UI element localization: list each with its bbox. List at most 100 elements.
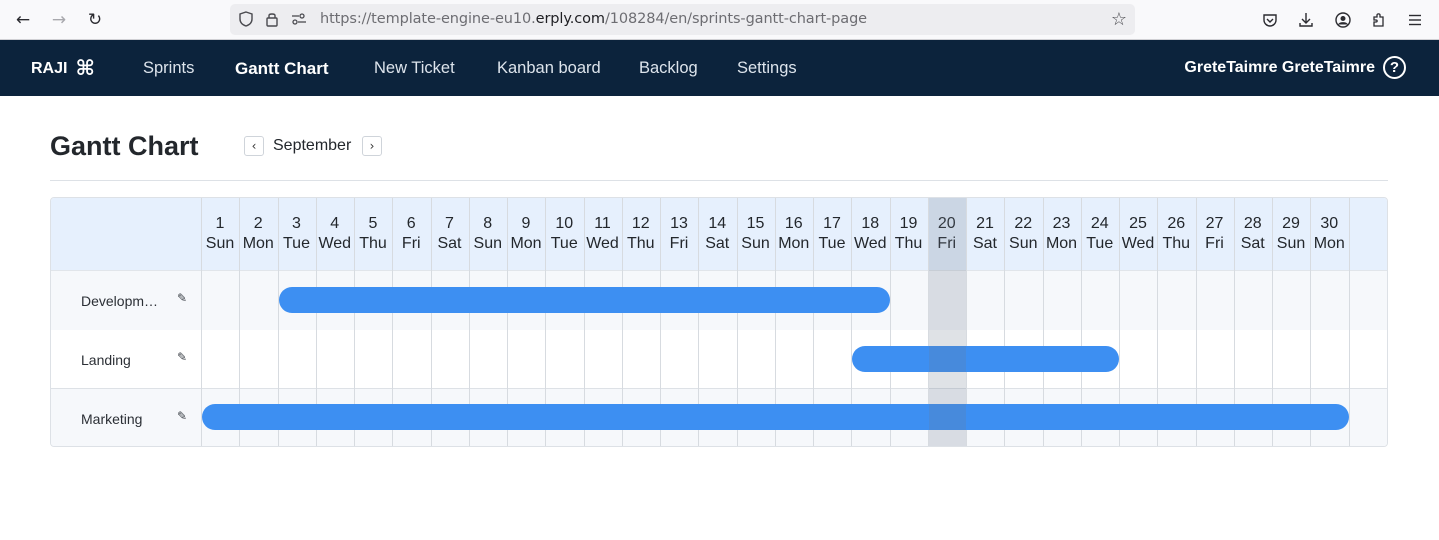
row-label: Marketing (81, 411, 143, 427)
task-bar-marketing[interactable] (202, 404, 1349, 430)
day-header: 11 Wed (584, 214, 622, 254)
nav-sprints[interactable]: Sprints (143, 59, 194, 78)
task-bar-landing[interactable] (852, 346, 1119, 372)
app-logo[interactable]: RAJI ⌘ (31, 58, 95, 79)
today-column-highlight (928, 198, 966, 446)
edit-pencil-icon[interactable]: ✎ (177, 350, 187, 364)
url-text[interactable]: https://template-engine-eu10.erply.com/1… (320, 11, 867, 27)
hamburger-menu-icon (1409, 14, 1421, 26)
edit-pencil-icon[interactable]: ✎ (177, 291, 187, 305)
day-of-week: Wed (586, 235, 619, 252)
day-number: 4 (330, 215, 340, 232)
day-of-week: Sat (972, 235, 997, 252)
day-number: 7 (445, 215, 454, 232)
day-number: 29 (1282, 215, 1300, 232)
address-bar[interactable]: https://template-engine-eu10.erply.com/1… (230, 4, 1135, 35)
app-menu-button[interactable] (1403, 8, 1427, 32)
nav-gantt-chart[interactable]: Gantt Chart (235, 59, 329, 79)
day-number: 14 (708, 215, 727, 232)
day-number: 24 (1090, 215, 1109, 232)
bookmark-star-icon[interactable]: ☆ (1111, 9, 1127, 30)
prev-month-button[interactable]: ‹ (244, 136, 264, 156)
day-number: 5 (368, 215, 378, 232)
day-header: 2 Mon (239, 214, 277, 254)
day-of-week: Fri (1205, 235, 1224, 252)
day-number: 13 (670, 215, 688, 232)
back-button[interactable]: ← (11, 8, 35, 32)
day-number: 17 (823, 215, 841, 232)
day-header: 9 Mon (507, 214, 545, 254)
day-number: 16 (784, 215, 803, 232)
day-number: 3 (292, 215, 301, 232)
day-header: 4 Wed (316, 214, 354, 254)
day-header: 10 Tue (545, 214, 583, 254)
day-header: 25 Wed (1119, 214, 1157, 254)
day-of-week: Fri (401, 235, 421, 252)
tracking-protection-icon[interactable] (237, 10, 255, 28)
nav-settings[interactable]: Settings (737, 59, 797, 78)
chevron-right-icon: › (369, 139, 375, 153)
nav-backlog[interactable]: Backlog (639, 59, 698, 78)
day-number: 11 (594, 215, 611, 232)
day-of-week: Sat (437, 235, 462, 252)
day-number: 12 (631, 215, 650, 232)
extensions-button[interactable] (1367, 8, 1391, 32)
account-button[interactable] (1331, 8, 1355, 32)
permissions-icon[interactable] (290, 10, 308, 28)
day-of-week: Mon (1313, 235, 1345, 252)
help-icon[interactable]: ? (1383, 56, 1406, 79)
url-prefix: https://template-engine-eu10. (320, 11, 536, 27)
day-of-week: Sun (205, 235, 235, 252)
day-header: 1 Sun (201, 214, 239, 254)
forward-arrow-icon: → (51, 10, 67, 30)
day-number: 19 (899, 215, 918, 232)
day-header: 28 Sat (1234, 214, 1272, 254)
day-header: 3 Tue (278, 214, 316, 254)
downloads-button[interactable] (1294, 8, 1318, 32)
day-number: 30 (1320, 215, 1339, 232)
day-header: 21 Sat (966, 214, 1004, 254)
day-header: 18 Wed (851, 214, 889, 254)
day-of-week: Tue (1086, 235, 1114, 252)
day-number: 2 (253, 215, 263, 232)
pocket-button[interactable] (1258, 8, 1282, 32)
day-number: 1 (215, 215, 225, 232)
day-header: 19 Thu (890, 214, 928, 254)
edit-pencil-icon[interactable]: ✎ (177, 409, 187, 423)
day-number: 6 (406, 215, 416, 232)
nav-new-ticket[interactable]: New Ticket (374, 59, 455, 78)
nav-kanban-board[interactable]: Kanban board (497, 59, 601, 78)
reload-button[interactable]: ↻ (83, 8, 107, 32)
forward-button[interactable]: → (47, 8, 71, 32)
gantt-chart: Developme... ✎ Landing ✎ Marketing ✎ 1 Su… (50, 197, 1388, 447)
day-header: 14 Sat (698, 214, 736, 254)
extensions-puzzle-icon (1373, 13, 1384, 27)
day-header: 15 Sun (737, 214, 775, 254)
day-of-week: Fri (669, 235, 689, 252)
next-month-button[interactable]: › (362, 136, 382, 156)
day-of-week: Thu (894, 235, 923, 252)
month-label: September (273, 137, 352, 154)
day-number: 26 (1167, 215, 1186, 232)
day-of-week: Mon (242, 235, 274, 252)
grid-line (1348, 198, 1350, 446)
day-of-week: Tue (283, 235, 310, 252)
day-of-week: Tue (550, 235, 578, 252)
day-of-week: Thu (359, 235, 387, 252)
day-of-week: Mon (510, 235, 542, 252)
day-of-week: Thu (626, 235, 655, 252)
day-header: 13 Fri (660, 214, 698, 254)
day-header: 17 Tue (813, 214, 851, 254)
day-of-week: Sun (1009, 235, 1038, 252)
download-icon (1299, 13, 1313, 27)
day-of-week: Sun (473, 235, 502, 252)
day-of-week: Sat (1240, 235, 1265, 252)
day-number: 22 (1014, 215, 1033, 232)
task-bar-development[interactable] (278, 287, 890, 313)
day-number: 8 (483, 215, 493, 232)
lock-icon[interactable] (263, 10, 281, 28)
user-name[interactable]: GreteTaimre GreteTaimre (1184, 59, 1375, 77)
day-header: 27 Fri (1196, 214, 1234, 254)
day-of-week: Wed (318, 235, 352, 252)
day-number: 18 (861, 215, 880, 232)
